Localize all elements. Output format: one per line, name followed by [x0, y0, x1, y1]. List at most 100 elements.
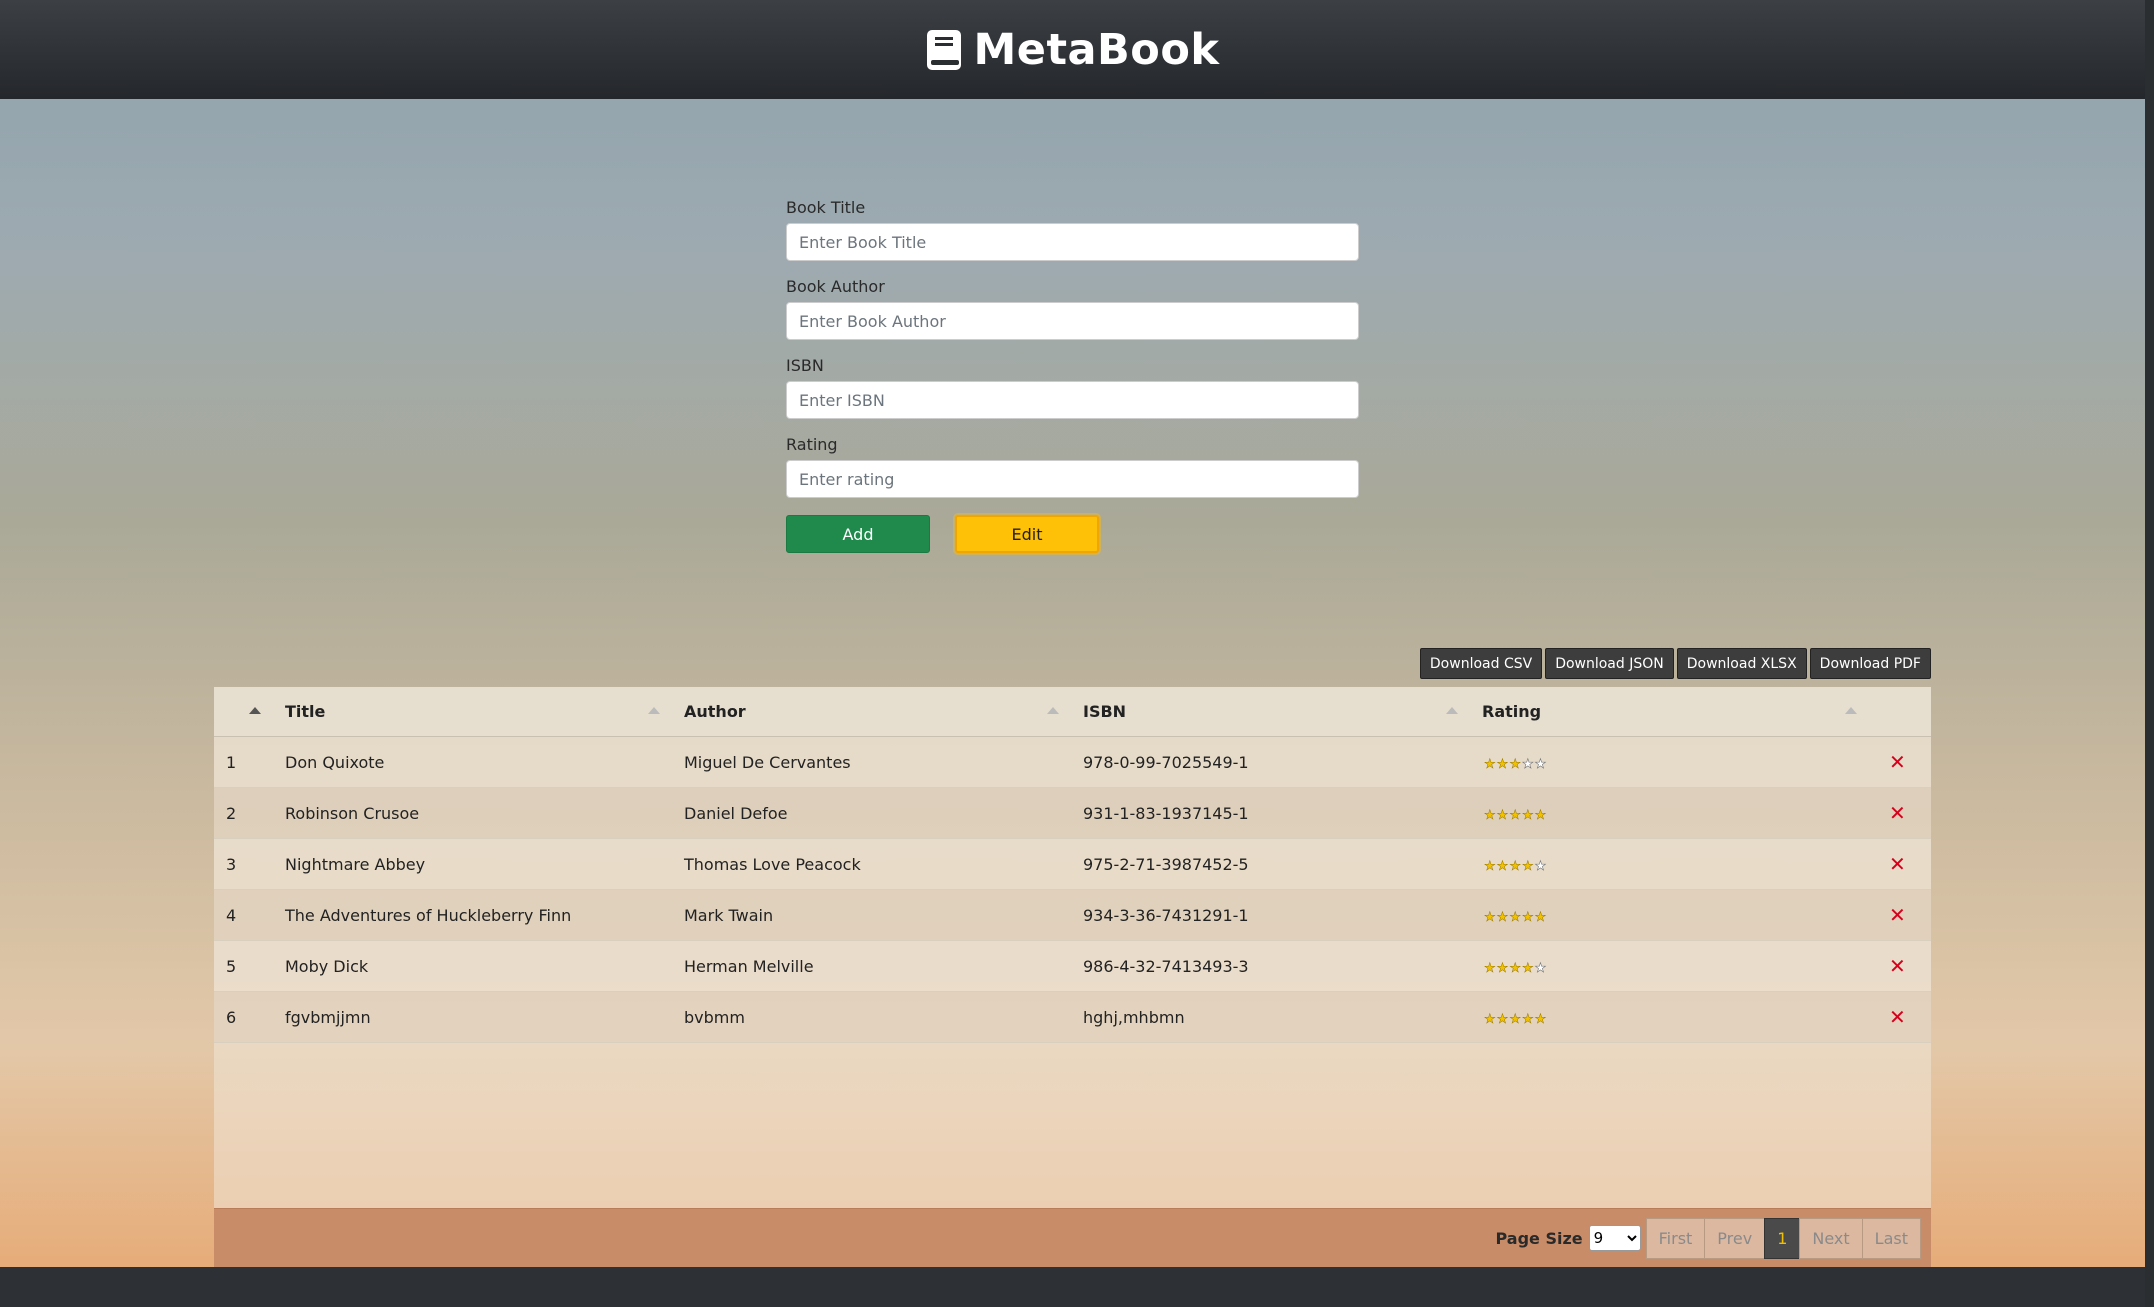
table-row[interactable]: 1 Don Quixote Miguel De Cervantes 978-0-99-… [214, 737, 1931, 788]
star-rating[interactable]: ★ ★ ★ ★ ★ [1482, 856, 1547, 873]
star-rating[interactable]: ★ ★ ★ ★ ★ [1482, 907, 1547, 924]
star-rating[interactable]: ★ ★ ★ ★ ★ [1482, 805, 1547, 822]
cell-author: bvbmm [684, 1007, 745, 1027]
row-number: 5 [226, 956, 237, 976]
add-button[interactable]: Add [786, 515, 930, 553]
delete-icon[interactable]: ✕ [1881, 1005, 1906, 1029]
row-number-header[interactable] [214, 687, 273, 737]
column-header-title[interactable]: Title [273, 687, 672, 737]
book-author-input[interactable] [786, 302, 1359, 340]
star-icon[interactable]: ★ [1522, 1012, 1534, 1026]
sort-icon[interactable] [1047, 706, 1059, 714]
next-page-button[interactable]: Next [1799, 1217, 1863, 1259]
star-rating[interactable]: ★ ★ ★ ★ ★ [1482, 958, 1547, 975]
star-icon[interactable]: ★ [1522, 757, 1534, 771]
column-header-rating[interactable]: Rating [1470, 687, 1869, 737]
star-icon[interactable]: ★ [1484, 1012, 1496, 1026]
star-icon[interactable]: ★ [1509, 859, 1521, 873]
star-icon[interactable]: ★ [1496, 961, 1508, 975]
star-icon[interactable]: ★ [1496, 757, 1508, 771]
sort-icon[interactable] [648, 706, 660, 714]
star-icon[interactable]: ★ [1509, 808, 1521, 822]
first-page-button[interactable]: First [1645, 1217, 1706, 1259]
star-icon[interactable]: ★ [1522, 859, 1534, 873]
star-icon[interactable]: ★ [1522, 961, 1534, 975]
star-icon[interactable]: ★ [1484, 808, 1496, 822]
cell-delete: ✕ [1869, 890, 1931, 941]
last-page-button[interactable]: Last [1861, 1217, 1921, 1259]
row-number: 1 [226, 752, 237, 772]
column-header-author[interactable]: Author [672, 687, 1071, 737]
row-number: 6 [226, 1007, 237, 1027]
cell-rating: ★ ★ ★ ★ ★ [1470, 788, 1869, 839]
app-title: MetaBook [973, 24, 1220, 75]
isbn-input[interactable] [786, 381, 1359, 419]
star-icon[interactable]: ★ [1484, 859, 1496, 873]
cell-rating: ★ ★ ★ ★ ★ [1470, 992, 1869, 1043]
star-icon[interactable]: ★ [1522, 808, 1534, 822]
star-icon[interactable]: ★ [1509, 961, 1521, 975]
star-icon[interactable]: ★ [1534, 859, 1546, 873]
star-icon[interactable]: ★ [1534, 961, 1546, 975]
cell-delete: ✕ [1869, 788, 1931, 839]
star-icon[interactable]: ★ [1496, 910, 1508, 924]
table-row[interactable]: 2 Robinson Crusoe Daniel Defoe 931-1-83-193… [214, 788, 1931, 839]
book-form: Book Title Book Author ISBN Rating Add E… [786, 198, 1359, 553]
cell-author: Herman Melville [684, 956, 814, 976]
book-title-label: Book Title [786, 198, 866, 217]
app-footer [0, 1267, 2145, 1307]
cell-author: Miguel De Cervantes [684, 752, 851, 772]
download-csv-button[interactable]: Download CSV [1419, 648, 1543, 679]
cell-isbn: 934-3-36-7431291-1 [1083, 905, 1249, 925]
book-icon [926, 29, 961, 70]
page-size-label: Page Size [1495, 1228, 1583, 1248]
current-page-button[interactable]: 1 [1764, 1217, 1801, 1259]
table-row[interactable]: 5 Moby Dick Herman Melville 986-4-32-741349… [214, 941, 1931, 992]
table-row[interactable]: 6 fgvbmjjmn bvbmm hghj,mhbmn ★ ★ ★ ★ ★ ✕ [214, 992, 1931, 1043]
star-rating[interactable]: ★ ★ ★ ★ ★ [1482, 1009, 1547, 1026]
star-icon[interactable]: ★ [1496, 808, 1508, 822]
delete-icon[interactable]: ✕ [1881, 954, 1906, 978]
star-icon[interactable]: ★ [1496, 1012, 1508, 1026]
star-icon[interactable]: ★ [1509, 910, 1521, 924]
page-size-select[interactable]: 9 [1588, 1225, 1641, 1251]
star-icon[interactable]: ★ [1522, 910, 1534, 924]
download-json-button[interactable]: Download JSON [1545, 648, 1674, 679]
star-icon[interactable]: ★ [1534, 1012, 1546, 1026]
download-pdf-button[interactable]: Download PDF [1809, 648, 1931, 679]
sort-asc-icon[interactable] [249, 706, 261, 714]
brand[interactable]: MetaBook [926, 25, 1220, 75]
delete-icon[interactable]: ✕ [1881, 903, 1906, 927]
rating-input[interactable] [786, 460, 1359, 498]
sort-icon[interactable] [1845, 706, 1857, 714]
cell-title: Robinson Crusoe [285, 803, 420, 823]
star-rating[interactable]: ★ ★ ★ ★ ★ [1482, 754, 1547, 771]
delete-icon[interactable]: ✕ [1881, 750, 1906, 774]
star-icon[interactable]: ★ [1534, 910, 1546, 924]
star-icon[interactable]: ★ [1509, 757, 1521, 771]
app-header: MetaBook [0, 0, 2145, 99]
delete-icon[interactable]: ✕ [1881, 852, 1906, 876]
table-row[interactable]: 3 Nightmare Abbey Thomas Love Peacock 975-2… [214, 839, 1931, 890]
star-icon[interactable]: ★ [1534, 757, 1546, 771]
table-row[interactable]: 4 The Adventures of Huckleberry Finn Mark … [214, 890, 1931, 941]
star-icon[interactable]: ★ [1484, 910, 1496, 924]
prev-page-button[interactable]: Prev [1704, 1217, 1766, 1259]
column-header-isbn[interactable]: ISBN [1071, 687, 1470, 737]
star-icon[interactable]: ★ [1509, 1012, 1521, 1026]
star-icon[interactable]: ★ [1484, 757, 1496, 771]
download-xlsx-button[interactable]: Download XLSX [1676, 648, 1807, 679]
star-icon[interactable]: ★ [1496, 859, 1508, 873]
isbn-label: ISBN [786, 356, 824, 375]
table-header: Title Author ISBN Rating [214, 687, 1931, 737]
edit-button[interactable]: Edit [955, 515, 1099, 553]
page-scrollbar[interactable] [2145, 0, 2154, 1307]
cell-isbn: 978-0-99-7025549-1 [1083, 752, 1249, 772]
delete-icon[interactable]: ✕ [1881, 801, 1906, 825]
star-icon[interactable]: ★ [1534, 808, 1546, 822]
star-icon[interactable]: ★ [1484, 961, 1496, 975]
sort-icon[interactable] [1446, 706, 1458, 714]
book-title-input[interactable] [786, 223, 1359, 261]
column-header-isbn-label: ISBN [1083, 702, 1127, 721]
cell-title: Moby Dick [285, 956, 369, 976]
